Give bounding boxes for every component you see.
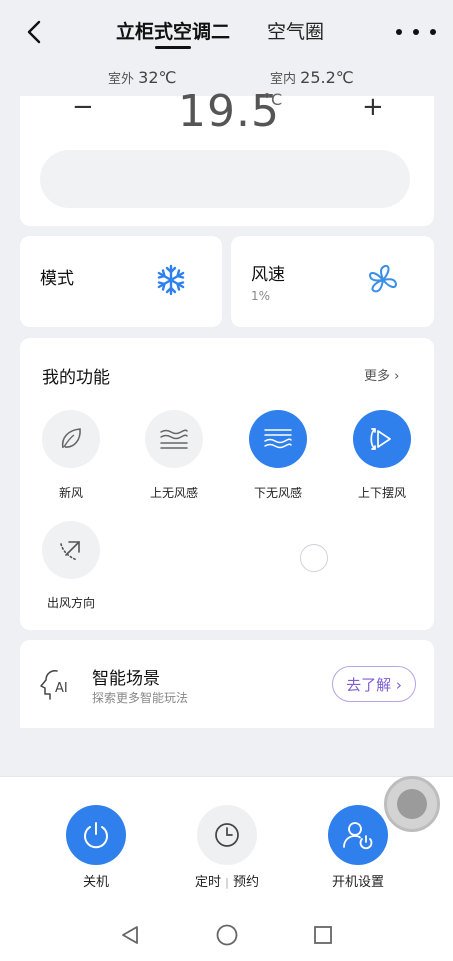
circle-home-icon — [216, 924, 238, 946]
learn-more-button[interactable]: 去了解 › — [332, 666, 416, 702]
indoor-value: 25.2℃ — [300, 68, 354, 87]
my-functions-title: 我的功能 — [42, 368, 110, 388]
fan-icon — [369, 264, 397, 293]
my-functions-card: 我的功能 更多 › 新风 上无风感 下无风感 上下摆风 出风方向 — [20, 338, 434, 630]
temperature-unit: °C — [263, 90, 283, 109]
function-vertical-swing[interactable] — [353, 410, 411, 468]
temperature-decrease-button[interactable]: − — [72, 92, 94, 122]
function-label: 上下摆风 — [357, 486, 406, 500]
outdoor-temperature: 室外 32℃ — [108, 68, 176, 87]
power-off-button[interactable] — [66, 805, 126, 865]
timer-button[interactable] — [197, 805, 257, 865]
temperature-slider[interactable] — [40, 150, 410, 208]
floating-button-inner — [397, 789, 427, 819]
function-icon-wrapper — [145, 410, 203, 468]
function-icon-wrapper — [353, 410, 411, 468]
nav-recents-button[interactable] — [303, 915, 343, 955]
more-functions-link[interactable]: 更多 › — [364, 365, 399, 384]
function-lower-no-wind[interactable] — [249, 410, 307, 468]
tab-underline — [155, 46, 191, 49]
loading-indicator — [300, 544, 328, 572]
outdoor-value: 32℃ — [138, 68, 177, 87]
timer-label: 定时 — [194, 875, 221, 890]
function-label: 下无风感 — [253, 486, 302, 500]
chevron-left-icon — [27, 20, 41, 44]
floating-assistive-button[interactable] — [384, 776, 440, 832]
fan-speed-title: 风速 — [251, 265, 285, 285]
function-icon-wrapper — [42, 410, 100, 468]
smart-scene-title: 智能场景 — [92, 669, 160, 689]
tab-air-circle[interactable]: 空气圈 — [267, 20, 324, 44]
snowflake-icon — [157, 264, 185, 296]
svg-text:AI: AI — [55, 681, 68, 696]
startup-settings-button[interactable] — [328, 805, 388, 865]
tab-device[interactable]: 立柜式空调二 — [116, 20, 230, 44]
header — [0, 0, 453, 96]
user-power-icon — [343, 822, 373, 850]
fan-speed-card[interactable]: 风速 1% — [231, 236, 434, 327]
outdoor-label: 室外 — [108, 72, 135, 87]
function-label: 出风方向 — [46, 596, 95, 610]
mode-card[interactable]: 模式 — [20, 236, 222, 327]
triangle-back-icon — [122, 926, 138, 944]
fan-speed-value: 1% — [251, 289, 271, 303]
power-off-label: 关机 — [82, 875, 109, 890]
mode-title: 模式 — [40, 269, 74, 289]
nav-home-button[interactable] — [207, 915, 247, 955]
wind-up-icon — [160, 429, 188, 449]
function-icon-wrapper — [249, 410, 307, 468]
function-upper-no-wind[interactable] — [145, 410, 203, 468]
label-separator: | — [225, 876, 229, 889]
wind-down-icon — [264, 429, 292, 449]
temperature-increase-button[interactable]: + — [362, 92, 384, 122]
function-icon-wrapper — [42, 521, 100, 579]
more-dot-icon — [396, 29, 402, 35]
function-fresh-air[interactable] — [42, 410, 100, 468]
function-label: 新风 — [58, 486, 83, 500]
swing-icon — [370, 428, 391, 450]
power-icon — [84, 822, 108, 849]
more-dot-icon — [430, 29, 436, 35]
function-label: 上无风感 — [149, 486, 198, 500]
smart-scene-subtitle: 探索更多智能玩法 — [92, 691, 189, 705]
indoor-temperature: 室内 25.2℃ — [270, 68, 354, 87]
leaf-icon — [61, 428, 81, 449]
nav-back-button[interactable] — [110, 915, 150, 955]
clock-icon — [215, 823, 239, 847]
more-menu-button[interactable] — [396, 20, 436, 44]
timer-schedule-label: 定时 | 预约 — [177, 871, 277, 890]
square-recents-icon — [314, 926, 332, 944]
function-air-direction[interactable] — [42, 521, 100, 579]
startup-settings-label: 开机设置 — [331, 875, 384, 890]
more-dot-icon — [413, 29, 419, 35]
ai-head-icon: AI — [40, 670, 68, 700]
direction-icon — [60, 541, 80, 561]
indoor-label: 室内 — [270, 72, 297, 87]
back-button[interactable] — [18, 16, 50, 48]
schedule-label: 预约 — [233, 875, 260, 890]
